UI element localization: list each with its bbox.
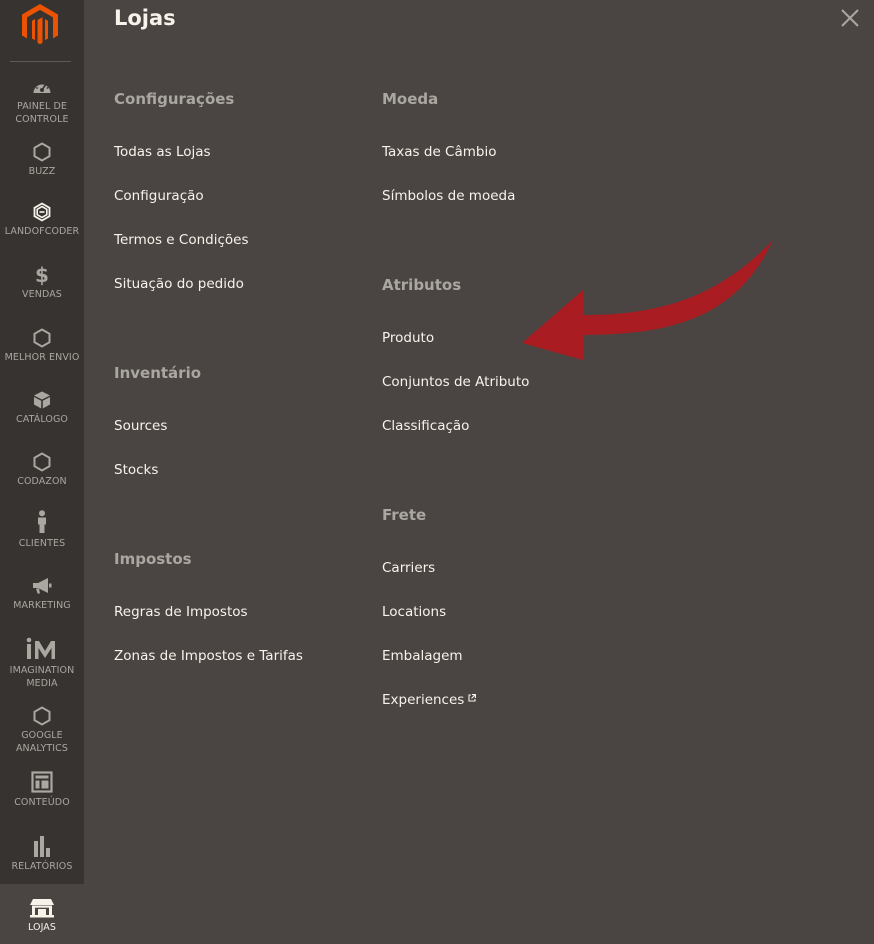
page-title: Lojas [114, 6, 176, 30]
sidebar-item-label: PAINEL DE CONTROLE [15, 101, 69, 125]
menu-link-locations[interactable]: Locations [382, 604, 446, 620]
menu-link-termos-e-condicoes[interactable]: Termos e Condições [114, 232, 249, 248]
sidebar-item-codazon[interactable]: CODAZON [0, 452, 84, 488]
sidebar-item-landofcoder[interactable]: LANDOFCODER [0, 202, 84, 238]
bar-chart-icon [32, 835, 52, 857]
red-arrow-icon [515, 235, 777, 404]
menu-link-experiences: Experiences [382, 692, 465, 708]
menu-link-regras-de-impostos[interactable]: Regras de Impostos [114, 604, 248, 620]
sidebar-item-label: MARKETING [13, 600, 71, 611]
sidebar-item-clientes[interactable]: CLIENTES [0, 510, 84, 550]
menu-link-configuracao[interactable]: Configuração [114, 188, 204, 204]
sidebar-item-label: RELATÓRIOS [11, 861, 73, 872]
store-icon [29, 898, 55, 918]
sidebar-item-label: CONTEÚDO [14, 797, 70, 808]
sidebar-item-marketing[interactable]: MARKETING [0, 576, 84, 612]
sidebar-item-painel-de-controle[interactable]: PAINEL DE CONTROLE [0, 77, 84, 126]
section-title-impostos: Impostos [114, 550, 192, 568]
menu-link-classificacao[interactable]: Classificação [382, 418, 469, 434]
sidebar-item-buzz[interactable]: BUZZ [0, 142, 84, 178]
dollar-icon: $ [35, 263, 49, 287]
sidebar-item-label: IMAGINATION MEDIA [9, 665, 75, 689]
menu-link-experiences-wrapper[interactable]: Experiences [382, 690, 477, 708]
hexagon-icon [32, 328, 52, 348]
section-title-configuracoes: Configurações [114, 90, 235, 108]
sidebar-item-label: LOJAS [27, 922, 57, 933]
section-title-inventario: Inventário [114, 364, 202, 382]
sidebar-item-melhor-envio[interactable]: MELHOR ENVIO [0, 328, 84, 364]
dashboard-icon [32, 77, 52, 97]
sidebar-item-label: BUZZ [28, 166, 56, 177]
sidebar-item-label: CLIENTES [18, 538, 66, 549]
menu-link-embalagem[interactable]: Embalagem [382, 648, 463, 664]
sidebar-item-catalogo[interactable]: CATÁLOGO [0, 390, 84, 426]
magento-logo-icon[interactable] [21, 4, 59, 46]
menu-link-taxas-de-cambio[interactable]: Taxas de Câmbio [382, 144, 496, 160]
sidebar-item-google-analytics[interactable]: GOOGLE ANALYTICS [0, 706, 84, 755]
megaphone-icon [32, 576, 52, 596]
sidebar-item-conteudo[interactable]: CONTEÚDO [0, 771, 84, 809]
section-title-atributos: Atributos [382, 276, 462, 294]
sidebar-item-label: GOOGLE ANALYTICS [15, 730, 69, 754]
sidebar-item-vendas[interactable]: $ VENDAS [0, 265, 84, 301]
landofcoder-icon [32, 202, 52, 222]
menu-link-produto[interactable]: Produto [382, 330, 434, 346]
imagination-media-icon [26, 637, 58, 661]
sidebar-item-label: MELHOR ENVIO [4, 352, 80, 363]
close-button[interactable] [839, 7, 861, 29]
admin-sidebar: PAINEL DE CONTROLE BUZZ LANDOFCODER $ VE… [0, 0, 84, 944]
external-link-icon [468, 690, 477, 706]
menu-link-stocks[interactable]: Stocks [114, 462, 158, 478]
person-icon [32, 510, 52, 534]
menu-link-todas-as-lojas[interactable]: Todas as Lojas [114, 144, 211, 160]
section-title-moeda: Moeda [382, 90, 439, 108]
sidebar-item-label: VENDAS [22, 289, 62, 300]
layout-icon [31, 771, 53, 793]
sidebar-item-label: LANDOFCODER [4, 226, 80, 237]
menu-link-simbolos-de-moeda[interactable]: Símbolos de moeda [382, 188, 515, 204]
sidebar-item-relatorios[interactable]: RELATÓRIOS [0, 835, 84, 873]
sidebar-divider [10, 61, 71, 62]
menu-link-carriers[interactable]: Carriers [382, 560, 435, 576]
sidebar-item-label: CATÁLOGO [15, 414, 69, 425]
menu-link-zonas-de-impostos[interactable]: Zonas de Impostos e Tarifas [114, 648, 303, 664]
menu-link-conjuntos-de-atributo[interactable]: Conjuntos de Atributo [382, 374, 529, 390]
hexagon-icon [32, 452, 52, 472]
hexagon-icon [32, 142, 52, 162]
sidebar-item-label: CODAZON [17, 476, 67, 487]
menu-link-situacao-do-pedido[interactable]: Situação do pedido [114, 276, 244, 292]
hexagon-icon [32, 706, 52, 726]
section-title-frete: Frete [382, 506, 427, 524]
close-icon [841, 9, 859, 27]
sidebar-item-lojas[interactable]: LOJAS [0, 884, 84, 944]
box-icon [32, 390, 52, 410]
sidebar-item-imagination-media[interactable]: IMAGINATION MEDIA [0, 637, 84, 690]
menu-link-sources[interactable]: Sources [114, 418, 167, 434]
